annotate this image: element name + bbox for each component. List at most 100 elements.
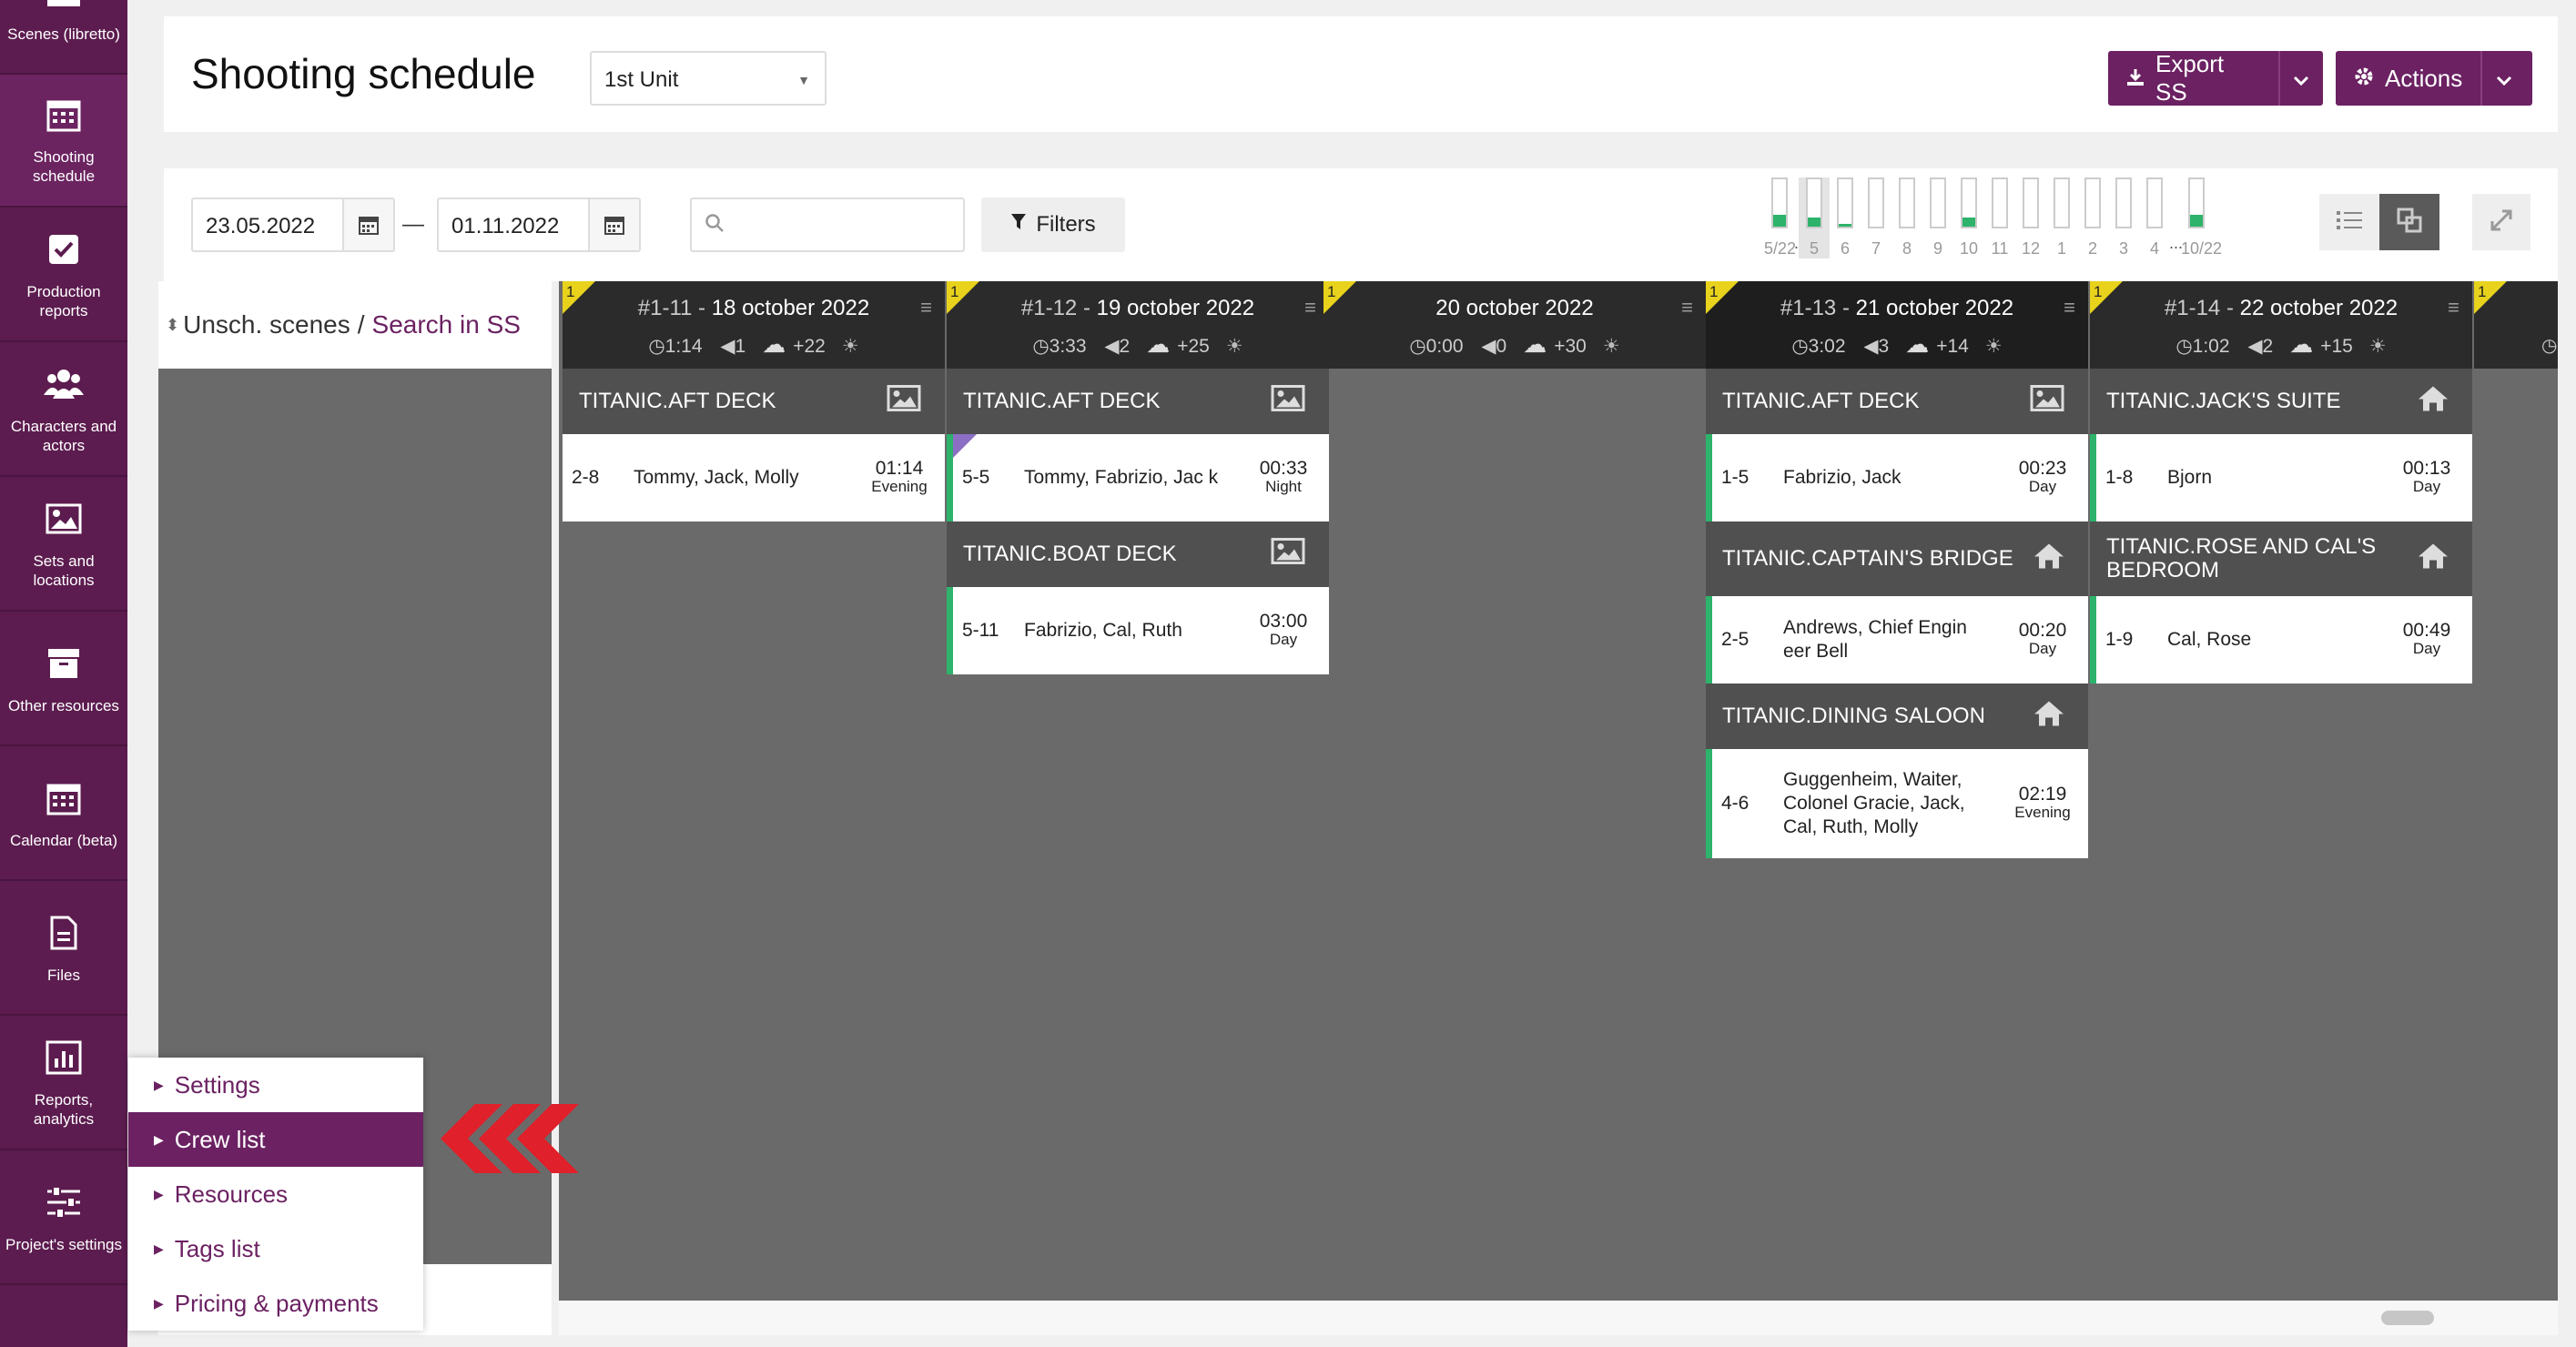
megaphone-icon: ◀ bbox=[715, 336, 735, 357]
month-bar[interactable]: 2 bbox=[2077, 177, 2108, 258]
day-header[interactable]: 1 #1-11 - 18 october 2022 ◷1:14 ◀1 ☁ +22 ☀ ≡ bbox=[563, 281, 945, 369]
board-view-button[interactable] bbox=[2379, 194, 2439, 250]
filters-button[interactable]: Filters bbox=[981, 197, 1125, 252]
unit-select[interactable]: 1st Unit ▼ bbox=[590, 51, 827, 106]
search-input[interactable] bbox=[690, 197, 965, 252]
calendar-icon[interactable] bbox=[342, 199, 393, 250]
page-header: Shooting schedule 1st Unit ▼ Export SS A… bbox=[164, 16, 2558, 132]
unscheduled-scenes-tab[interactable]: Unsch. scenes bbox=[183, 310, 350, 339]
scene-period: Evening bbox=[2014, 804, 2071, 821]
date-to-field[interactable]: 01.11.2022 bbox=[437, 197, 641, 252]
scene-card[interactable]: 2-8 Tommy, Jack, Molly 01:14 Evening bbox=[563, 434, 945, 522]
month-bar[interactable]: 6 bbox=[1830, 177, 1861, 258]
menu-item-resources[interactable]: ▶ Resources bbox=[128, 1167, 423, 1221]
sidebar-item-project-settings[interactable]: Project's settings bbox=[0, 1152, 127, 1285]
sidebar-item-reports[interactable]: Reports, analytics bbox=[0, 1018, 127, 1150]
sidebar-item-shooting-schedule[interactable]: Shooting schedule bbox=[0, 75, 127, 208]
month-bar[interactable]: 10/22 bbox=[2181, 177, 2222, 258]
menu-item-pricing-payments[interactable]: ▶ Pricing & payments bbox=[128, 1276, 423, 1331]
clock-icon: ◷ bbox=[1791, 336, 1809, 357]
sidebar-item-characters[interactable]: Characters and actors bbox=[0, 344, 127, 477]
day-header[interactable]: 1 #1-14 - 22 october 2022 ◷1:02 ◀2 ☁ +15 ☀ ≡ bbox=[2090, 281, 2472, 369]
month-bar[interactable]: 11 bbox=[1984, 177, 2015, 258]
set-header[interactable]: TITANIC.ROSE AND CAL'S BEDROOM bbox=[2090, 522, 2472, 596]
day-header[interactable]: 1 #1-13 - 21 october 2022 ◷3:02 ◀3 ☁ +14 ☀ ≡ bbox=[1706, 281, 2088, 369]
cloud-icon: ☁ bbox=[1523, 330, 1547, 358]
day-title: #1-13 - 21 october 2022 bbox=[1706, 296, 2088, 321]
day-column: 1 #1-13 - 21 october 2022 ◷3:02 ◀3 ☁ +14 ☀ ≡ TI… bbox=[1706, 281, 2088, 1301]
sidebar-item-sets[interactable]: Sets and locations bbox=[0, 479, 127, 612]
calendar-icon[interactable] bbox=[588, 199, 639, 250]
scene-card[interactable]: 1-5 Fabrizio, Jack 00:23 Day bbox=[1706, 434, 2088, 522]
day-header[interactable]: 1 20 october 2022 ◷0:00 ◀0 ☁ +30 ☀ ≡ bbox=[1323, 281, 1706, 369]
month-bar[interactable]: 5 bbox=[1799, 177, 1830, 258]
set-name: TITANIC.ROSE AND CAL'S BEDROOM bbox=[2106, 534, 2377, 582]
set-header[interactable]: TITANIC.CAPTAIN'S BRIDGE bbox=[1706, 522, 2088, 596]
day-settings-icon[interactable]: ≡ bbox=[1681, 296, 1693, 319]
month-bar[interactable]: 1 bbox=[2046, 177, 2077, 258]
day-duration: 3:02 bbox=[1808, 336, 1846, 357]
list-view-button[interactable] bbox=[2319, 194, 2379, 250]
set-name: TITANIC.AFT DECK bbox=[1722, 389, 1920, 413]
menu-item-settings[interactable]: ▶ Settings bbox=[128, 1058, 423, 1112]
month-bar[interactable]: 7 bbox=[1861, 177, 1891, 258]
month-bar[interactable]: 10 bbox=[1953, 177, 1984, 258]
search-in-ss-tab[interactable]: Search in SS bbox=[372, 310, 521, 339]
day-settings-icon[interactable]: ≡ bbox=[2448, 296, 2459, 319]
month-bar-label: 3 bbox=[2118, 239, 2128, 258]
month-bar[interactable]: 4... bbox=[2139, 177, 2183, 258]
scene-card[interactable]: 1-9 Cal, Rose 00:49 Day bbox=[2090, 596, 2472, 684]
scene-number: 5-11 bbox=[962, 620, 999, 641]
scene-time: 01:14 Evening bbox=[854, 459, 945, 496]
day-settings-icon[interactable]: ≡ bbox=[920, 296, 932, 319]
scene-card[interactable]: 2-5 Andrews, Chief Engin eer Bell 00:20 Day bbox=[1706, 596, 2088, 684]
bar-chart-icon bbox=[44, 1038, 84, 1078]
set-name: TITANIC.JACK'S SUITE bbox=[2106, 389, 2341, 413]
day-header[interactable]: 1 #1-12 - 19 october 2022 ◷3:33 ◀2 ☁ +25 ☀ ≡ bbox=[947, 281, 1329, 369]
scene-card[interactable]: 5-11 Fabrizio, Cal, Ruth 03:00 Day bbox=[947, 587, 1329, 674]
scrollbar-thumb[interactable] bbox=[2381, 1311, 2434, 1325]
month-bar[interactable]: 8 bbox=[1891, 177, 1922, 258]
set-header[interactable]: TITANIC.BOAT DECK bbox=[947, 522, 1329, 587]
scene-card[interactable]: 1-8 Bjorn 00:13 Day bbox=[2090, 434, 2472, 522]
set-header[interactable]: TITANIC.DINING SALOON bbox=[1706, 684, 2088, 749]
day-code: #1-11 bbox=[637, 296, 693, 320]
day-title: #1-12 - 19 october 2022 bbox=[947, 296, 1329, 321]
scene-period: Day bbox=[2412, 640, 2441, 657]
horizontal-scrollbar[interactable] bbox=[559, 1301, 2558, 1335]
export-ss-button[interactable]: Export SS bbox=[2108, 50, 2278, 106]
sidebar-item-calendar[interactable]: Calendar (beta) bbox=[0, 748, 127, 881]
month-bar[interactable]: 5/22... bbox=[1764, 177, 1808, 258]
scene-time: 03:00 Day bbox=[1238, 612, 1329, 649]
sort-icon[interactable]: ⬍ bbox=[166, 316, 179, 335]
day-settings-icon[interactable]: ≡ bbox=[1304, 296, 1316, 319]
export-dropdown-toggle[interactable] bbox=[2277, 51, 2323, 106]
sidebar-item-other-resources[interactable]: Other resources bbox=[0, 613, 127, 746]
sidebar-item-label: Production reports bbox=[26, 283, 101, 319]
sidebar-item-files[interactable]: Files bbox=[0, 883, 127, 1016]
day-code: #1-13 bbox=[1780, 296, 1837, 320]
actions-button[interactable]: Actions bbox=[2336, 51, 2480, 106]
sidebar-item-scenes[interactable]: Scenes (libretto) bbox=[0, 0, 127, 75]
month-bar-fill bbox=[2190, 215, 2203, 227]
date-from-field[interactable]: 23.05.2022 bbox=[191, 197, 395, 252]
set-header[interactable]: TITANIC.JACK'S SUITE bbox=[2090, 369, 2472, 434]
scene-card[interactable]: 5-5 Tommy, Fabrizio, Jac k 00:33 Night bbox=[947, 434, 1329, 522]
day-settings-icon[interactable]: ≡ bbox=[2064, 296, 2075, 319]
set-header[interactable]: TITANIC.AFT DECK bbox=[1706, 369, 2088, 434]
month-bar-label: 2 bbox=[2087, 239, 2097, 258]
fullscreen-button[interactable] bbox=[2472, 194, 2530, 250]
set-header[interactable]: TITANIC.AFT DECK bbox=[563, 369, 945, 434]
set-header[interactable]: TITANIC.AFT DECK bbox=[947, 369, 1329, 434]
menu-item-tags-list[interactable]: ▶ Tags list bbox=[128, 1221, 423, 1276]
month-bar[interactable]: 3 bbox=[2108, 177, 2139, 258]
month-bar[interactable]: 12 bbox=[2015, 177, 2046, 258]
menu-item-crew-list[interactable]: ▶ Crew list bbox=[128, 1112, 423, 1167]
sidebar-item-production-reports[interactable]: Production reports bbox=[0, 209, 127, 342]
scene-card[interactable]: 4-6 Guggenheim, Waiter, Colonel Gracie, J… bbox=[1706, 749, 2088, 858]
scene-duration: 00:20 bbox=[2018, 620, 2067, 641]
month-bar[interactable]: 9 bbox=[1922, 177, 1953, 258]
actions-dropdown-toggle[interactable] bbox=[2480, 51, 2526, 106]
day-meta: ◷1:14 ◀1 ☁ +22 ☀ bbox=[563, 330, 945, 359]
cloud-icon: ☁ bbox=[2289, 330, 2314, 358]
